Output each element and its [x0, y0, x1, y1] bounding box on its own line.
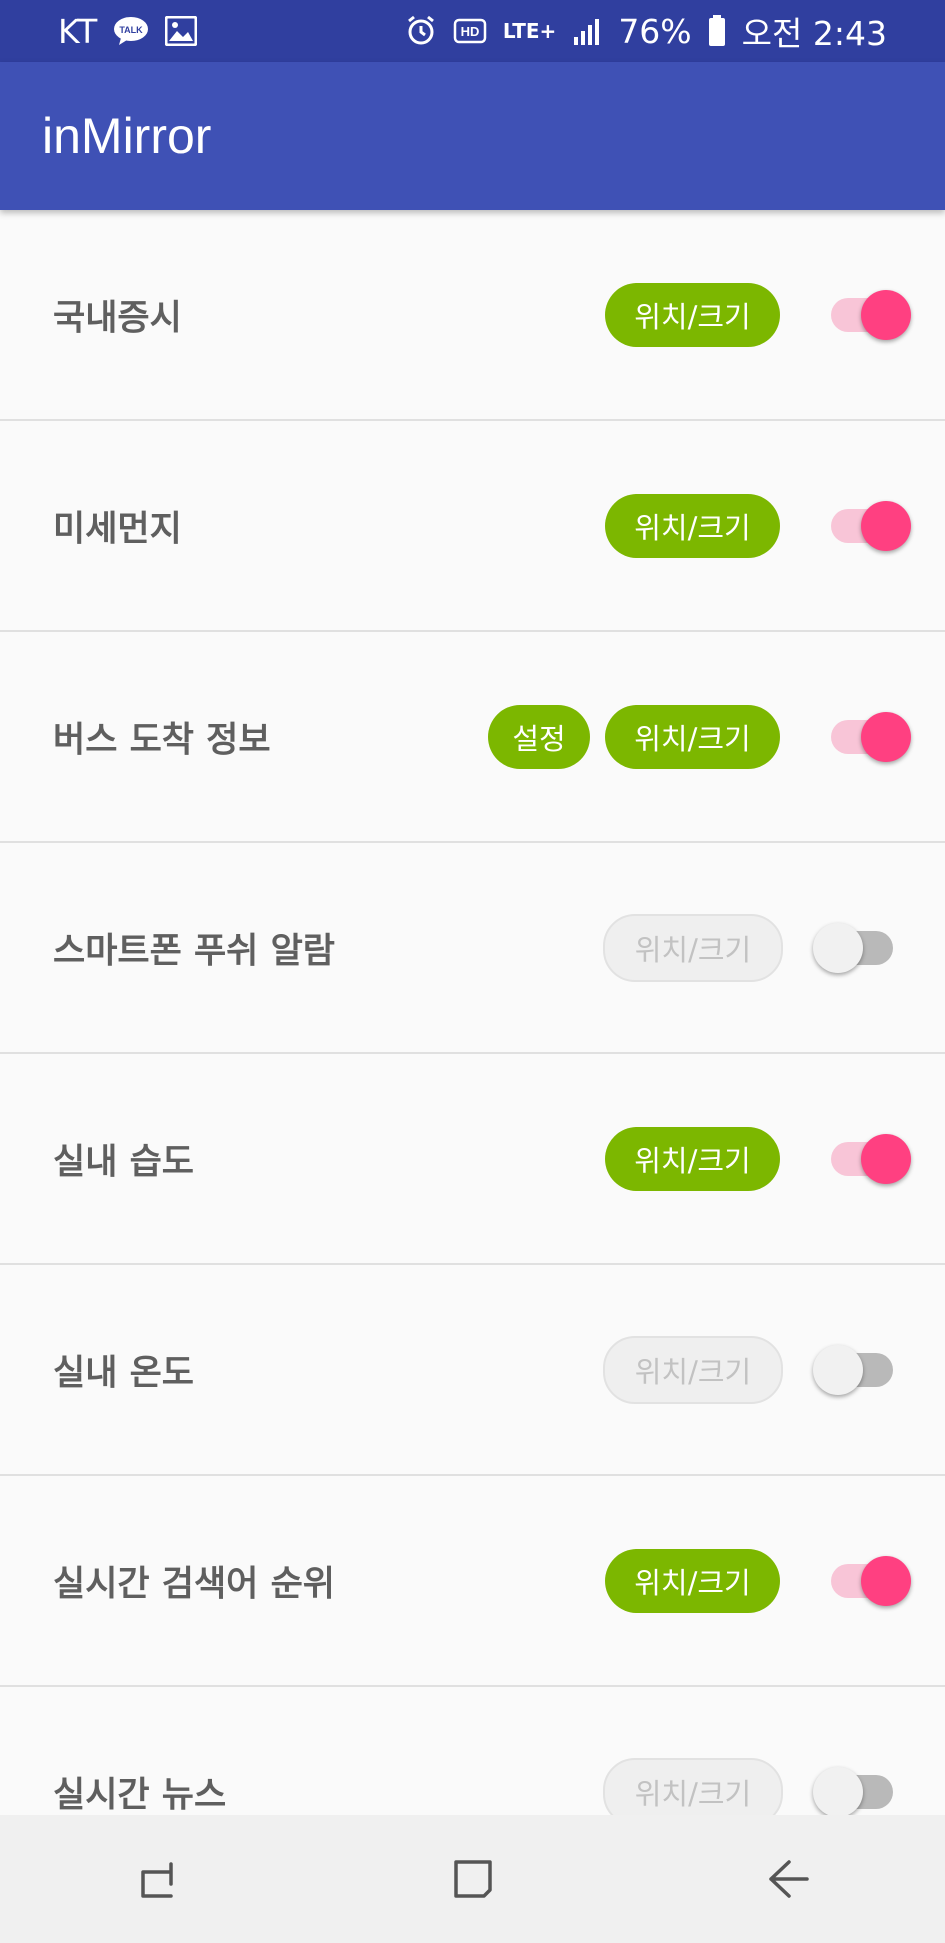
- toggle-thumb: [861, 711, 911, 762]
- widget-label: 실내 습도: [53, 1142, 194, 1182]
- position-size-button[interactable]: 위치/크기: [605, 1126, 780, 1191]
- enable-toggle[interactable]: [813, 1129, 911, 1189]
- widget-label: 버스 도착 정보: [53, 720, 271, 760]
- widget-label: 실시간 뉴스: [53, 1775, 227, 1815]
- list-item: 국내증시 위치/크기: [0, 210, 945, 421]
- battery-icon: [708, 15, 726, 47]
- clock: 오전 2:43: [741, 14, 887, 53]
- recent-apps-icon[interactable]: [128, 1849, 188, 1909]
- alarm-icon: [405, 15, 437, 47]
- widget-label: 미세먼지: [53, 509, 182, 549]
- widget-label: 실내 온도: [53, 1353, 194, 1393]
- battery-percent: 76%: [618, 11, 692, 51]
- image-icon: [165, 16, 198, 46]
- talk-icon: TALK: [113, 16, 149, 46]
- toggle-thumb: [861, 289, 911, 340]
- enable-toggle[interactable]: [813, 496, 911, 556]
- position-size-button: 위치/크기: [603, 1335, 783, 1404]
- widget-label: 스마트폰 푸쉬 알람: [53, 931, 335, 971]
- position-size-button[interactable]: 위치/크기: [605, 282, 780, 347]
- toggle-thumb: [813, 1766, 863, 1817]
- back-icon[interactable]: [758, 1849, 818, 1909]
- svg-text:TALK: TALK: [120, 25, 144, 35]
- enable-toggle[interactable]: [813, 1762, 911, 1822]
- home-icon[interactable]: [443, 1849, 503, 1909]
- status-bar: KT TALK HD LTE+ 76% 오전 2:43: [0, 0, 945, 62]
- app-bar: inMirror: [0, 62, 945, 210]
- position-size-button: 위치/크기: [603, 913, 783, 982]
- widget-label: 국내증시: [53, 298, 182, 338]
- toggle-thumb: [861, 1133, 911, 1184]
- lte-icon: LTE+: [502, 19, 557, 43]
- svg-text:HD: HD: [460, 24, 479, 39]
- widget-list: 국내증시 위치/크기 미세먼지 위치/크기 버스 도착 정보 설정 위치/크기 스마트폰 푸쉬…: [0, 210, 945, 1898]
- position-size-button[interactable]: 위치/크기: [605, 493, 780, 558]
- enable-toggle[interactable]: [813, 1340, 911, 1400]
- toggle-thumb: [813, 1344, 863, 1395]
- navigation-bar: [0, 1815, 945, 1943]
- list-item: 미세먼지 위치/크기: [0, 421, 945, 632]
- app-title: inMirror: [42, 108, 212, 164]
- signal-icon: [572, 17, 602, 45]
- list-item: 버스 도착 정보 설정 위치/크기: [0, 632, 945, 843]
- enable-toggle[interactable]: [813, 918, 911, 978]
- list-item: 실내 습도 위치/크기: [0, 1054, 945, 1265]
- widget-label: 실시간 검색어 순위: [53, 1564, 335, 1604]
- position-size-button[interactable]: 위치/크기: [605, 704, 780, 769]
- list-item: 실시간 검색어 순위 위치/크기: [0, 1476, 945, 1687]
- enable-toggle[interactable]: [813, 285, 911, 345]
- enable-toggle[interactable]: [813, 707, 911, 767]
- carrier-label: KT: [58, 11, 98, 51]
- toggle-thumb: [813, 922, 863, 973]
- hd-icon: HD: [453, 17, 487, 45]
- toggle-thumb: [861, 500, 911, 551]
- list-item: 스마트폰 푸쉬 알람 위치/크기: [0, 843, 945, 1054]
- toggle-thumb: [861, 1555, 911, 1606]
- list-item: 실내 온도 위치/크기: [0, 1265, 945, 1476]
- position-size-button[interactable]: 위치/크기: [605, 1548, 780, 1613]
- enable-toggle[interactable]: [813, 1551, 911, 1611]
- settings-button[interactable]: 설정: [488, 704, 590, 769]
